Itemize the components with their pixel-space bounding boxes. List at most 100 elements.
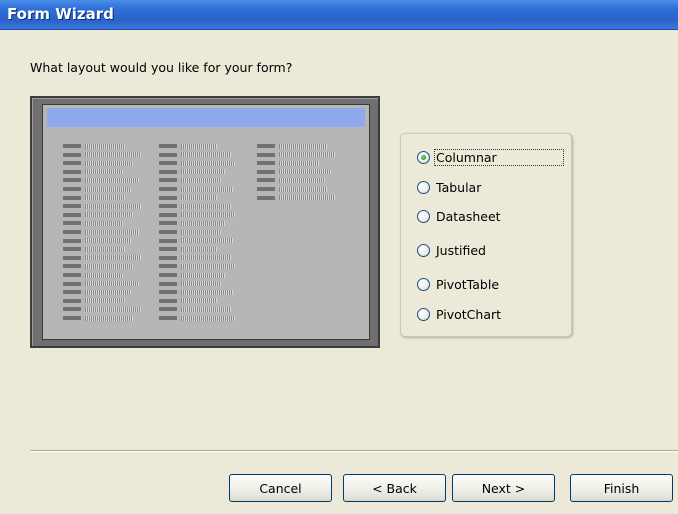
radio-pivotchart[interactable]: PivotChart bbox=[417, 304, 503, 324]
preview-field-bar bbox=[181, 246, 217, 252]
preview-field-bar bbox=[85, 177, 139, 183]
preview-field-bar bbox=[85, 229, 139, 235]
preview-field-bar bbox=[85, 272, 123, 278]
preview-field-bar bbox=[181, 238, 233, 244]
preview-field-bar bbox=[181, 186, 233, 192]
radio-pivottable[interactable]: PivotTable bbox=[417, 274, 501, 294]
preview-field-bar bbox=[181, 220, 225, 226]
preview-field-bar bbox=[181, 203, 231, 209]
layout-options-group: Columnar Tabular Datasheet Justified Piv… bbox=[400, 133, 572, 337]
preview-label-bar bbox=[257, 161, 275, 166]
button-separator bbox=[30, 450, 678, 452]
preview-label-bar bbox=[63, 230, 81, 234]
radio-button-icon[interactable] bbox=[417, 180, 430, 194]
preview-field-bar bbox=[85, 220, 123, 226]
preview-label-bar bbox=[63, 178, 81, 183]
next-button[interactable]: Next > bbox=[452, 474, 555, 502]
preview-label-bar bbox=[159, 316, 177, 320]
finish-button[interactable]: Finish bbox=[570, 474, 673, 502]
window-title: Form Wizard bbox=[7, 5, 114, 23]
radio-label-pivotchart: PivotChart bbox=[436, 306, 502, 322]
radio-label-justified: Justified bbox=[436, 242, 486, 258]
preview-field-bar bbox=[181, 281, 221, 287]
preview-field-bar bbox=[85, 212, 133, 218]
radio-button-icon[interactable] bbox=[417, 243, 430, 257]
preview-field-bar bbox=[181, 160, 235, 166]
layout-preview-header bbox=[47, 108, 365, 127]
preview-label-bar bbox=[257, 169, 275, 174]
preview-label-bar bbox=[257, 178, 275, 183]
preview-label-bar bbox=[159, 281, 177, 286]
preview-field-bar bbox=[279, 169, 331, 175]
preview-label-bar bbox=[63, 307, 81, 312]
preview-field-bar bbox=[85, 143, 125, 149]
preview-label-bar bbox=[63, 204, 81, 209]
preview-field-bar bbox=[85, 169, 123, 175]
preview-label-bar bbox=[63, 161, 81, 166]
preview-field-bar bbox=[279, 195, 335, 201]
preview-field-bar bbox=[181, 306, 231, 312]
preview-label-bar bbox=[159, 255, 177, 260]
preview-label-bar bbox=[159, 195, 177, 200]
preview-label-bar bbox=[159, 298, 177, 303]
preview-field-bar bbox=[181, 298, 217, 304]
layout-preview bbox=[30, 96, 380, 348]
radio-button-icon[interactable] bbox=[417, 277, 430, 291]
preview-label-bar bbox=[159, 178, 177, 183]
preview-label-bar bbox=[63, 316, 81, 320]
preview-label-bar bbox=[159, 221, 177, 226]
preview-field-bar bbox=[85, 152, 141, 158]
preview-label-bar bbox=[63, 187, 81, 191]
preview-field-bar bbox=[279, 143, 327, 149]
preview-field-bar bbox=[181, 315, 235, 321]
preview-field-bar bbox=[181, 169, 225, 175]
preview-field-bar bbox=[279, 160, 319, 166]
preview-label-bar bbox=[63, 144, 81, 148]
preview-label-bar bbox=[159, 161, 177, 166]
preview-label-bar bbox=[159, 152, 177, 157]
back-button[interactable]: < Back bbox=[343, 474, 446, 502]
preview-field-bar bbox=[181, 272, 225, 278]
layout-preview-form bbox=[42, 104, 370, 340]
preview-field-bar bbox=[181, 195, 217, 201]
preview-label-bar bbox=[159, 144, 177, 148]
preview-field-bar bbox=[181, 177, 221, 183]
preview-label-bar bbox=[159, 238, 177, 243]
preview-label-bar bbox=[159, 187, 177, 191]
radio-columnar[interactable]: Columnar bbox=[417, 147, 564, 167]
preview-label-bar bbox=[63, 290, 81, 295]
preview-field-bar bbox=[85, 203, 141, 209]
preview-label-bar bbox=[63, 273, 81, 277]
preview-field-bar bbox=[85, 298, 125, 304]
preview-label-bar bbox=[63, 152, 81, 157]
preview-label-bar bbox=[257, 144, 275, 148]
preview-label-bar bbox=[159, 169, 177, 174]
preview-field-bar bbox=[85, 281, 139, 287]
preview-field-bar bbox=[85, 289, 131, 295]
radio-label-tabular: Tabular bbox=[436, 179, 482, 195]
radio-tabular[interactable]: Tabular bbox=[417, 177, 483, 197]
preview-field-bar bbox=[181, 229, 221, 235]
preview-label-bar bbox=[257, 195, 275, 200]
layout-prompt: What layout would you like for your form… bbox=[30, 60, 293, 75]
preview-label-bar bbox=[159, 273, 177, 277]
radio-button-icon[interactable] bbox=[417, 209, 430, 223]
preview-field-bar bbox=[85, 263, 133, 269]
preview-field-bar bbox=[85, 186, 131, 192]
preview-field-bar bbox=[85, 315, 133, 321]
preview-label-bar bbox=[63, 264, 81, 269]
radio-button-icon[interactable] bbox=[417, 150, 430, 164]
preview-field-bar bbox=[85, 238, 131, 244]
radio-label-columnar: Columnar bbox=[434, 148, 564, 166]
radio-datasheet[interactable]: Datasheet bbox=[417, 206, 503, 226]
cancel-button[interactable]: Cancel bbox=[229, 474, 332, 502]
radio-button-icon[interactable] bbox=[417, 307, 430, 321]
preview-field-bar bbox=[85, 306, 141, 312]
preview-field-bar bbox=[181, 255, 231, 261]
preview-label-bar bbox=[63, 169, 81, 174]
preview-field-bar bbox=[85, 255, 141, 261]
radio-justified[interactable]: Justified bbox=[417, 240, 488, 260]
preview-field-bar bbox=[85, 160, 133, 166]
preview-field-bar bbox=[279, 177, 325, 183]
preview-label-bar bbox=[63, 298, 81, 303]
